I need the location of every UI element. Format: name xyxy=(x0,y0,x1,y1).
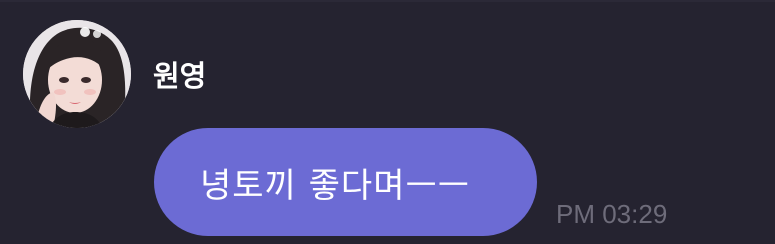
message-text: 녕토끼 좋다며ㅡㅡ xyxy=(200,165,471,206)
avatar-photo-icon xyxy=(23,20,131,128)
top-divider xyxy=(0,0,775,2)
avatar[interactable] xyxy=(23,20,131,128)
sender-name: 원영 xyxy=(153,59,207,93)
message-bubble[interactable]: 녕토끼 좋다며ㅡㅡ xyxy=(154,128,537,236)
chat-view: 원영 녕토끼 좋다며ㅡㅡ PM 03:29 xyxy=(0,0,775,244)
message-timestamp: PM 03:29 xyxy=(556,199,668,229)
